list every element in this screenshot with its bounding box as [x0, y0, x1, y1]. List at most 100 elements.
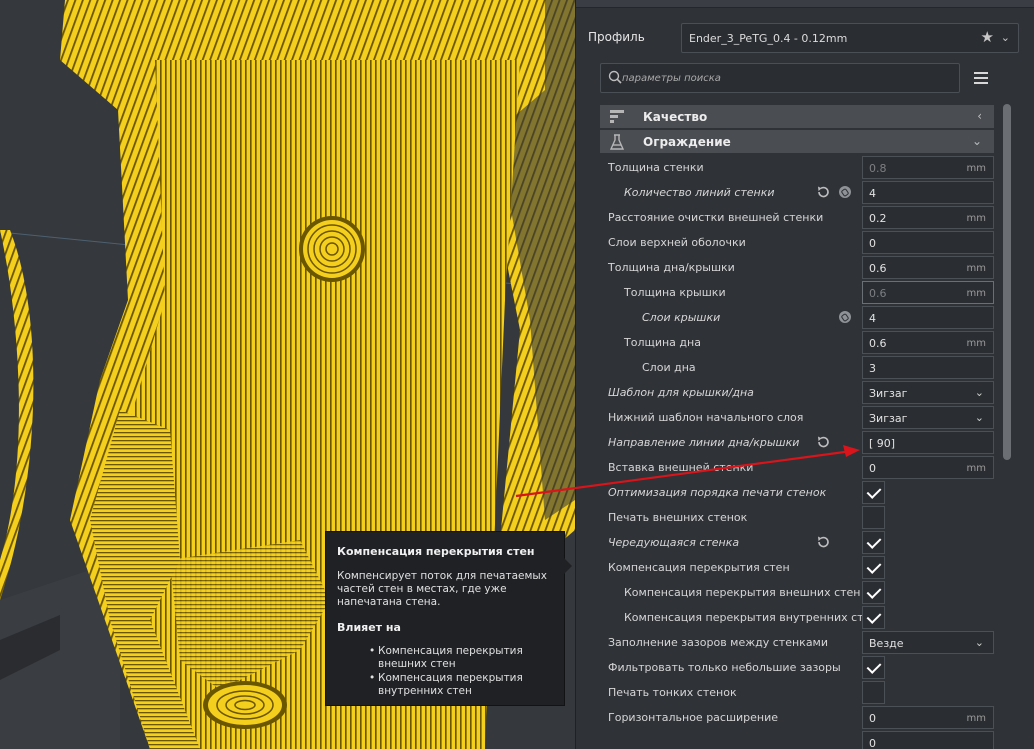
setting-value: 0: [869, 737, 876, 749]
setting-row-17[interactable]: Компенсация перекрытия внешних стен: [600, 580, 994, 605]
chevron-left-icon: ‹: [977, 109, 982, 123]
favorite-star-icon[interactable]: ★: [981, 28, 994, 46]
chevron-down-icon: ⌄: [974, 636, 984, 649]
setting-label: Толщина стенки: [608, 161, 704, 174]
profile-label: Профиль: [588, 30, 645, 44]
setting-value: 0.6: [869, 337, 887, 350]
section-quality-title: Качество: [643, 110, 708, 124]
section-walls-title: Ограждение: [643, 135, 731, 149]
setting-label: Толщина дна: [624, 336, 701, 349]
setting-row-23[interactable]: 0: [600, 730, 994, 749]
setting-select[interactable]: Зигзаг ⌄: [862, 406, 994, 429]
setting-row-6[interactable]: Слои крышки 4: [600, 305, 994, 330]
setting-value: Везде: [869, 637, 904, 650]
setting-row-11[interactable]: Направление линии дна/крышки [ 90]: [600, 430, 994, 455]
setting-value: 0: [869, 712, 876, 725]
settings-menu-icon[interactable]: [974, 72, 988, 84]
setting-row-5[interactable]: Толщина крышки 0.6 mm: [600, 280, 994, 305]
setting-input[interactable]: 0.2 mm: [862, 206, 994, 229]
setting-input[interactable]: 0.8 mm: [862, 156, 994, 179]
setting-input[interactable]: 0 mm: [862, 456, 994, 479]
tooltip-affects-item: Компенсация перекрытия внешних стен: [369, 645, 549, 671]
setting-checkbox[interactable]: [862, 481, 885, 504]
setting-label: Горизонтальное расширение: [608, 711, 779, 724]
setting-checkbox[interactable]: [862, 531, 885, 554]
setting-row-19[interactable]: Заполнение зазоров между стенками Везде ⌄: [600, 630, 994, 655]
setting-checkbox[interactable]: [862, 681, 885, 704]
setting-value: 3: [869, 362, 876, 375]
setting-input[interactable]: [ 90]: [862, 431, 994, 454]
setting-label: Слои крышки: [642, 311, 721, 324]
setting-label: Компенсация перекрытия внешних стен: [624, 586, 861, 599]
setting-value: 0.8: [869, 162, 887, 175]
boss-top: [299, 216, 365, 282]
panel-top-bar: [576, 0, 1034, 8]
setting-row-22[interactable]: Горизонтальное расширение 0 mm: [600, 705, 994, 730]
setting-row-18[interactable]: Компенсация перекрытия внутренних стен: [600, 605, 994, 630]
setting-row-14[interactable]: Печать внешних стенок: [600, 505, 994, 530]
setting-row-1[interactable]: Количество линий стенки 4: [600, 180, 994, 205]
setting-row-0[interactable]: Толщина стенки 0.8 mm: [600, 155, 994, 180]
setting-input[interactable]: 0.6 mm: [862, 331, 994, 354]
reset-icon[interactable]: [816, 535, 830, 549]
tooltip-title: Компенсация перекрытия стен: [337, 545, 535, 558]
setting-label: Заполнение зазоров между стенками: [608, 636, 829, 649]
setting-input[interactable]: 4: [862, 306, 994, 329]
setting-value: Зигзаг: [869, 387, 908, 400]
setting-row-9[interactable]: Шаблон для крышки/дна Зигзаг ⌄: [600, 380, 994, 405]
section-walls[interactable]: Ограждение ⌄: [600, 130, 994, 153]
setting-row-16[interactable]: Компенсация перекрытия стен: [600, 555, 994, 580]
tooltip-affects-list: Компенсация перекрытия внешних стен Комп…: [369, 645, 549, 699]
setting-checkbox[interactable]: [862, 581, 885, 604]
setting-input[interactable]: 4: [862, 181, 994, 204]
linked-setting-icon[interactable]: [839, 311, 851, 323]
setting-unit: mm: [966, 163, 986, 174]
setting-checkbox[interactable]: [862, 506, 885, 529]
setting-row-3[interactable]: Слои верхней оболочки 0: [600, 230, 994, 255]
setting-row-8[interactable]: Слои дна 3: [600, 355, 994, 380]
section-quality[interactable]: Качество ‹: [600, 105, 994, 128]
setting-row-15[interactable]: Чередующаяся стенка: [600, 530, 994, 555]
setting-label: Слои верхней оболочки: [608, 236, 746, 249]
chevron-down-icon: ⌄: [971, 134, 982, 148]
setting-row-13[interactable]: Оптимизация порядка печати стенок: [600, 480, 994, 505]
scrollbar-thumb[interactable]: [1003, 104, 1011, 460]
setting-label: Вставка внешней стенки: [608, 461, 754, 474]
setting-label: Компенсация перекрытия внутренних стен: [624, 611, 878, 624]
setting-row-21[interactable]: Печать тонких стенок: [600, 680, 994, 705]
setting-tooltip: Компенсация перекрытия стен Компенсирует…: [325, 531, 572, 706]
chevron-down-icon: ⌄: [974, 411, 984, 424]
setting-value: 0.2: [869, 212, 887, 225]
reset-icon[interactable]: [816, 435, 830, 449]
setting-select[interactable]: Зигзаг ⌄: [862, 381, 994, 404]
setting-checkbox[interactable]: [862, 556, 885, 579]
setting-input[interactable]: 0: [862, 231, 994, 254]
setting-row-7[interactable]: Толщина дна 0.6 mm: [600, 330, 994, 355]
setting-checkbox[interactable]: [862, 656, 885, 679]
setting-row-2[interactable]: Расстояние очистки внешней стенки 0.2 mm: [600, 205, 994, 230]
setting-label: Слои дна: [642, 361, 696, 374]
setting-input[interactable]: 0 mm: [862, 706, 994, 729]
search-settings-input[interactable]: параметры поиска: [600, 63, 960, 93]
profile-select[interactable]: Ender_3_PeTG_0.4 - 0.12mm ★ ⌄: [681, 23, 1019, 53]
quality-icon: [610, 110, 624, 123]
setting-label: Фильтровать только небольшие зазоры: [608, 661, 841, 674]
setting-row-4[interactable]: Толщина дна/крышки 0.6 mm: [600, 255, 994, 280]
setting-label: Печать тонких стенок: [608, 686, 737, 699]
setting-label: Чередующаяся стенка: [608, 536, 740, 549]
setting-checkbox[interactable]: [862, 606, 885, 629]
chevron-down-icon: ⌄: [974, 386, 984, 399]
setting-row-10[interactable]: Нижний шаблон начального слоя Зигзаг ⌄: [600, 405, 994, 430]
profile-value: Ender_3_PeTG_0.4 - 0.12mm: [689, 32, 848, 45]
setting-row-20[interactable]: Фильтровать только небольшие зазоры: [600, 655, 994, 680]
setting-input[interactable]: 0: [862, 731, 994, 749]
linked-setting-icon[interactable]: [839, 186, 851, 198]
setting-input[interactable]: 0.6 mm: [862, 256, 994, 279]
setting-select[interactable]: Везде ⌄: [862, 631, 994, 654]
setting-input[interactable]: 3: [862, 356, 994, 379]
setting-label: Расстояние очистки внешней стенки: [608, 211, 824, 224]
reset-icon[interactable]: [816, 185, 830, 199]
setting-row-12[interactable]: Вставка внешней стенки 0 mm: [600, 455, 994, 480]
setting-input[interactable]: 0.6 mm: [862, 281, 994, 304]
setting-unit: mm: [966, 338, 986, 349]
